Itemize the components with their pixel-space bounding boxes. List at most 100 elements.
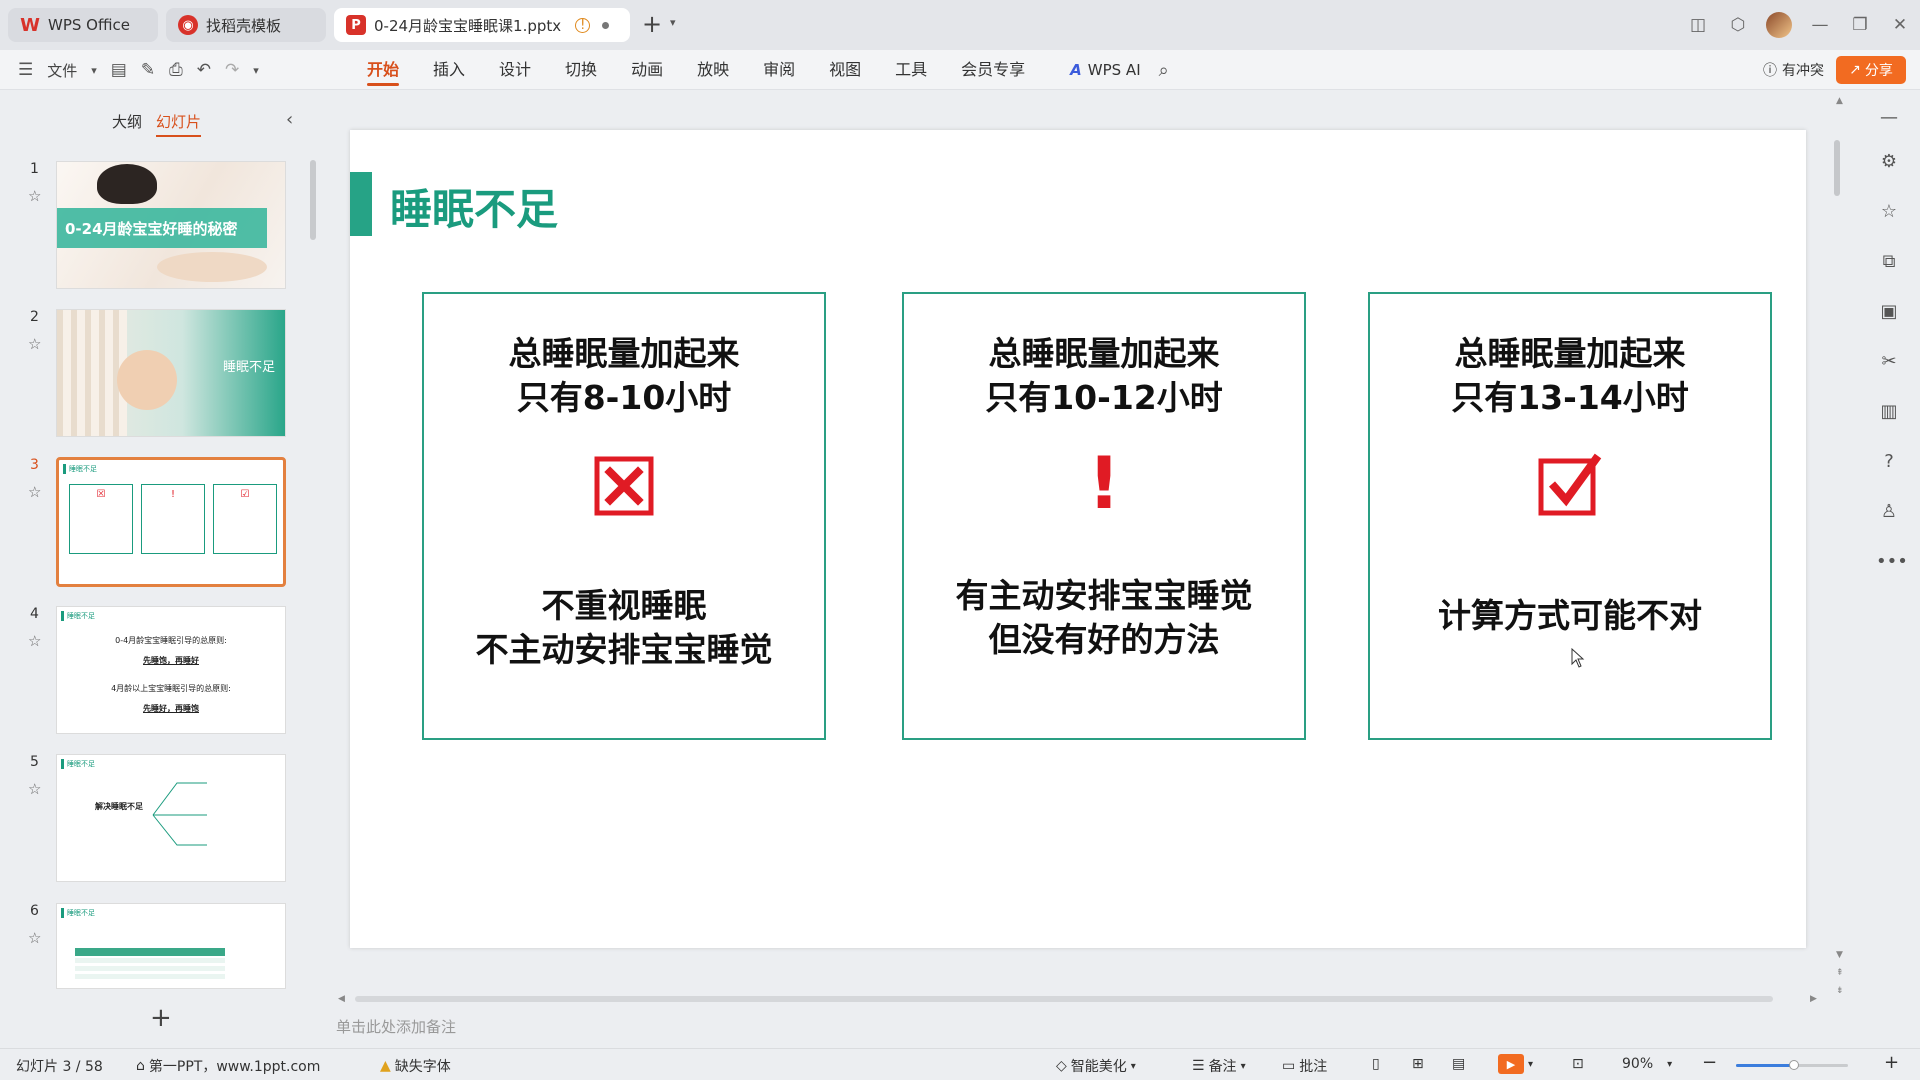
slide-title[interactable]: 睡眠不足 [390,176,558,237]
slide-sorter-icon[interactable]: ⊞ [1412,1056,1424,1072]
conflict-indicator[interactable]: ⓘ 有冲突 [1763,60,1824,80]
tab-docer-templates[interactable]: ◉ 找稻壳模板 [166,8,326,42]
print-preview-icon[interactable]: ⎙ [169,60,183,80]
search-icon[interactable]: ⌕ [1141,60,1169,81]
save-icon[interactable]: ▤ [111,60,127,80]
redo-icon[interactable]: ↷ [225,60,239,80]
notes-button[interactable]: ☰ 备注 ▾ [1192,1056,1246,1076]
tab-transitions[interactable]: 切换 [548,50,614,90]
zoom-level[interactable]: 90% ▾ [1622,1056,1672,1072]
settings-sliders-icon[interactable]: ⚙ [1876,149,1902,175]
copy-icon[interactable]: ⧉ [1876,249,1902,275]
share-button[interactable]: ↗ 分享 [1836,56,1906,84]
fit-window-icon[interactable]: ⊡ [1572,1056,1584,1072]
star-icon[interactable]: ☆ [28,632,41,650]
wps-ai-button[interactable]: A WPS AI [1042,61,1140,79]
minimize-icon[interactable]: — [1800,15,1840,35]
vertical-scrollbar[interactable] [1834,140,1840,196]
scroll-down-icon[interactable]: ▼ [1836,950,1843,960]
add-slide-button[interactable]: + [150,1003,172,1033]
help-icon[interactable]: ? [1876,449,1902,475]
tab-view[interactable]: 视图 [812,50,878,90]
slide-thumbnail[interactable]: 睡眠不足 解决睡眠不足 [56,754,286,882]
thumbnail-scrollbar[interactable] [310,160,316,240]
slide-thumbnail[interactable]: 睡眠不足 [56,309,286,437]
thumb-title: 睡眠不足 [63,464,97,474]
smart-beautify-button[interactable]: ◇ 智能美化 ▾ [1056,1056,1136,1076]
tab-review[interactable]: 审阅 [746,50,812,90]
star-icon[interactable]: ☆ [28,929,41,947]
reading-view-icon[interactable]: ▤ [1452,1056,1465,1072]
shirt-icon[interactable]: ♙ [1876,499,1902,525]
book-icon[interactable]: ▥ [1876,399,1902,425]
source-label[interactable]: ⌂ 第一PPT，www.1ppt.com [136,1056,320,1076]
chevron-down-icon[interactable]: ▾ [670,16,676,29]
slide-thumbnail-panel: 大纲 幻灯片 ‹ 1 ☆ 0-24月龄宝宝好睡的秘密 2 ☆ 睡眠不足 3 ☆ … [0,91,310,1047]
docer-icon: ◉ [178,15,198,35]
tab-current-document[interactable]: P 0-24月龄宝宝睡眠课1.pptx ! [334,8,630,42]
prev-slide-icon[interactable]: ⇞ [1836,968,1844,978]
chevron-down-icon[interactable]: ▾ [253,64,259,77]
card-footer: 有主动安排宝宝睡觉 但没有好的方法 [904,574,1304,662]
hamburger-icon[interactable]: ☰ [18,60,33,80]
new-tab-button[interactable]: + [642,12,662,36]
star-icon[interactable]: ☆ [28,780,41,798]
slide-thumbnail[interactable]: 睡眠不足 0-4月龄宝宝睡眠引导的总原则: 先睡饱，再睡好 4月龄以上宝宝睡眠引… [56,606,286,734]
tools-icon[interactable]: ✂ [1876,349,1902,375]
next-slide-icon[interactable]: ⇟ [1836,986,1844,996]
missing-font-button[interactable]: ▲ 缺失字体 [380,1056,451,1076]
star-icon[interactable]: ☆ [28,187,41,205]
slide-thumbnail[interactable]: 睡眠不足 [56,903,286,989]
zoom-out-icon[interactable]: − [1702,1052,1717,1073]
info-card[interactable]: 总睡眠量加起来 只有10-12小时 ! 有主动安排宝宝睡觉 但没有好的方法 [902,292,1306,740]
avatar[interactable] [1766,12,1792,38]
exclamation-icon: ! [1087,441,1121,525]
file-menu-button[interactable]: 文件 [47,60,77,81]
box-icon[interactable]: ⬡ [1718,15,1758,35]
star-icon[interactable]: ☆ [28,335,41,353]
tab-design[interactable]: 设计 [482,50,548,90]
format-painter-icon[interactable]: ✎ [141,60,155,80]
notes-placeholder[interactable]: 单击此处添加备注 [336,1016,456,1037]
ribbon-menu-bar: ☰ 文件 ▾ ▤ ✎ ⎙ ↶ ↷ ▾ 开始 插入 设计 切换 动画 放映 审阅 … [0,50,1920,90]
zoom-slider-knob[interactable] [1789,1060,1799,1070]
tab-member[interactable]: 会员专享 [944,50,1042,90]
scroll-left-icon[interactable]: ◀ [338,994,345,1004]
minus-icon[interactable]: — [1876,105,1902,131]
tab-tools[interactable]: 工具 [878,50,944,90]
zoom-slider[interactable] [1736,1060,1848,1070]
collapse-panel-icon[interactable]: ‹ [286,109,293,130]
slide-thumbnail[interactable]: 0-24月龄宝宝好睡的秘密 [56,161,286,289]
chevron-down-icon[interactable]: ▾ [91,64,97,77]
card-footer-line: 不重视睡眠 [541,586,707,625]
tab-insert[interactable]: 插入 [416,50,482,90]
scroll-right-icon[interactable]: ▶ [1810,994,1817,1004]
tab-slideshow[interactable]: 放映 [680,50,746,90]
card-heading-line: 总睡眠量加起来 [508,334,740,373]
close-icon[interactable]: ✕ [1880,15,1920,35]
comments-button[interactable]: ▭ 批注 [1282,1056,1327,1076]
warning-icon[interactable]: ! [575,17,591,33]
info-card[interactable]: 总睡眠量加起来 只有8-10小时 不重视睡眠 不主动安排宝宝睡觉 [422,292,826,740]
tab-outline[interactable]: 大纲 [112,111,142,137]
slide-canvas[interactable]: 睡眠不足 总睡眠量加起来 只有8-10小时 不重视睡眠 不主动安排宝宝睡觉 总睡… [350,130,1806,948]
tab-home[interactable]: 开始 [350,50,416,90]
tab-wps-office[interactable]: W WPS Office [8,8,158,42]
tab-slides[interactable]: 幻灯片 [156,111,202,137]
scroll-up-icon[interactable]: ▲ [1836,96,1843,106]
zoom-in-icon[interactable]: + [1884,1052,1899,1073]
layout-icon[interactable]: ◫ [1678,15,1718,35]
tab-animations[interactable]: 动画 [614,50,680,90]
info-card[interactable]: 总睡眠量加起来 只有13-14小时 计算方式可能不对 [1368,292,1772,740]
restore-icon[interactable]: ❐ [1840,15,1880,35]
horizontal-scrollbar[interactable] [355,996,1773,1002]
play-slideshow-button[interactable]: ▶ ▾ [1498,1054,1533,1074]
more-icon[interactable]: ••• [1876,549,1908,575]
slide-thumbnail-selected[interactable]: 睡眠不足 ☒ ! ☑ [56,457,286,587]
image-edit-icon[interactable]: ▣ [1876,299,1902,325]
share-icon: ↗ [1849,62,1861,78]
undo-icon[interactable]: ↶ [197,60,211,80]
star-icon[interactable]: ☆ [28,483,41,501]
normal-view-icon[interactable]: ▯ [1372,1056,1380,1072]
star-icon[interactable]: ☆ [1876,199,1902,225]
